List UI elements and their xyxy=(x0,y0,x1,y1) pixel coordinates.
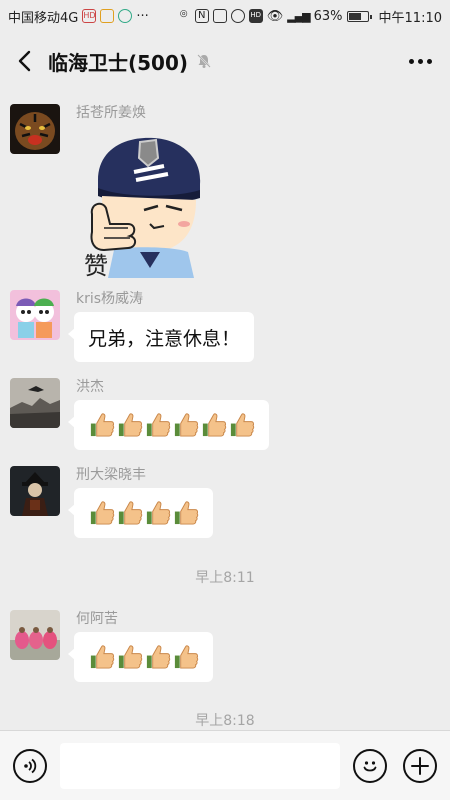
thumbs-up-icon xyxy=(88,411,115,439)
thumbs-up-icon xyxy=(172,643,199,671)
tiger-avatar-image xyxy=(10,104,60,154)
landscape-avatar-image xyxy=(10,378,60,428)
avatar[interactable] xyxy=(10,104,60,154)
cartoon-avatar-image xyxy=(10,290,60,340)
sender-name: 何阿苦 xyxy=(76,611,118,627)
more-options-button[interactable] xyxy=(390,32,450,90)
thumbs-up-row xyxy=(88,411,255,439)
vibrate-icon xyxy=(212,9,227,23)
thumbs-up-icon xyxy=(88,499,115,527)
sender-name: kris杨威涛 xyxy=(76,291,144,307)
nfc-icon: ◎ xyxy=(179,9,188,19)
chevron-left-icon xyxy=(18,50,31,72)
voice-icon xyxy=(24,758,37,774)
back-button[interactable] xyxy=(0,32,48,90)
more-dot xyxy=(426,58,432,64)
group-avatar-image xyxy=(10,610,60,660)
chat-title: 临海卫士(500) xyxy=(48,50,189,75)
thumbs-up-icon xyxy=(200,411,227,439)
thumbs-up-icon xyxy=(172,499,199,527)
thumbs-up-row xyxy=(88,499,199,527)
figure-avatar-image xyxy=(10,466,60,516)
carrier-label: 中国移动4G xyxy=(8,10,79,26)
emoji-bubble[interactable] xyxy=(68,632,213,682)
thumbs-up-icon xyxy=(172,411,199,439)
avatar[interactable] xyxy=(10,290,60,340)
app-icon xyxy=(118,9,133,23)
text-bubble[interactable]: 兄弟，注意休息！ xyxy=(67,312,255,362)
sender-name: 括苍所姜焕 xyxy=(76,105,146,121)
emoji-bubble[interactable] xyxy=(68,400,269,450)
battery-percent: 63% xyxy=(313,8,343,24)
emoji-bubble[interactable] xyxy=(68,488,213,538)
sender-name: 刑大梁晓丰 xyxy=(76,467,146,483)
eye-icon: 👁 xyxy=(266,8,284,24)
alarm-icon xyxy=(230,9,245,23)
hd-call-icon: HD xyxy=(248,9,263,23)
emoji-button[interactable] xyxy=(353,749,387,783)
avatar[interactable] xyxy=(10,610,60,660)
voice-button[interactable] xyxy=(13,749,47,783)
sender-name: 洪杰 xyxy=(76,379,104,395)
avatar[interactable] xyxy=(10,378,60,428)
thumbs-up-icon xyxy=(116,643,143,671)
thumbs-up-row xyxy=(88,643,199,671)
more-notifications-icon: ··· xyxy=(136,8,149,24)
plus-icon xyxy=(411,757,429,775)
more-dot xyxy=(417,58,423,64)
sticker-text: 赞 xyxy=(84,252,108,278)
signal-icon: ▂▄▆ xyxy=(287,9,310,23)
timestamp: 早上8:18 xyxy=(195,713,255,729)
thumbs-up-icon xyxy=(88,643,115,671)
timestamp: 早上8:11 xyxy=(195,570,255,586)
thumbs-up-icon xyxy=(116,411,143,439)
status-bar: 中国移动4G HD ··· ◎ N HD 👁 ▂▄▆ 63% 中午11:10 xyxy=(0,0,450,32)
avatar[interactable] xyxy=(10,466,60,516)
thumbs-up-icon xyxy=(116,499,143,527)
bell-off-icon xyxy=(197,54,211,68)
thumbs-up-icon xyxy=(228,411,255,439)
nfc-n-icon: N xyxy=(194,9,209,23)
battery-icon xyxy=(346,10,372,22)
message-text: 兄弟，注意休息！ xyxy=(88,327,241,350)
input-bar xyxy=(0,730,450,800)
sim-icon xyxy=(100,9,115,23)
message-list[interactable]: 括苍所姜焕 赞 kris杨威涛 兄弟，注意休息！ 洪杰 刑大梁晓丰 早上8:11… xyxy=(0,90,450,730)
thumbs-up-icon xyxy=(144,643,171,671)
hd-icon: HD xyxy=(82,9,97,23)
thumbs-up-icon xyxy=(144,499,171,527)
chat-header: 临海卫士(500) xyxy=(0,32,450,90)
clock: 中午11:10 xyxy=(378,10,442,26)
police-thumbs-up-sticker[interactable]: 赞 xyxy=(84,128,216,280)
plus-button[interactable] xyxy=(403,749,437,783)
thumbs-up-icon xyxy=(144,411,171,439)
emoji-icon xyxy=(363,761,377,772)
message-input[interactable] xyxy=(60,743,340,789)
more-dots-icon xyxy=(408,58,414,64)
